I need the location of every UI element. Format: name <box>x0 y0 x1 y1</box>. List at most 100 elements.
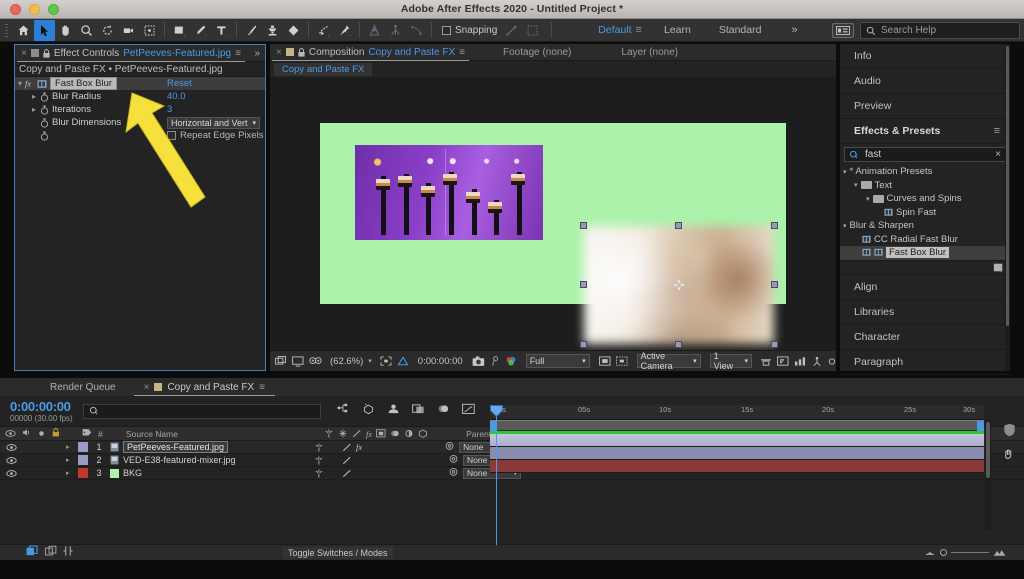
comp-family-icon[interactable] <box>45 544 57 562</box>
stopwatch-icon[interactable] <box>39 91 49 102</box>
layer-image-mixer[interactable] <box>355 145 543 240</box>
panel-menu-icon[interactable]: ≡ <box>235 48 241 59</box>
composition-viewer[interactable] <box>270 78 836 350</box>
camera-view-dropdown[interactable]: Active Camera ▾ <box>636 351 701 371</box>
workspace-standard[interactable]: Standard <box>705 24 776 36</box>
type-tool-icon[interactable] <box>211 20 232 41</box>
draft-3d-icon[interactable] <box>362 402 375 420</box>
pen-tool-icon[interactable] <box>190 20 211 41</box>
layer-image-petpeeves-blurred[interactable] <box>584 226 774 344</box>
tree-node-curves-and-spins[interactable]: ▾ Curves and Spins <box>840 192 1010 206</box>
motion-blur-icon[interactable] <box>437 402 450 420</box>
workspace-learn[interactable]: Learn <box>650 24 705 36</box>
graph-editor-icon[interactable] <box>461 402 475 420</box>
property-row-iterations[interactable]: ▸ Iterations 3 <box>15 103 265 116</box>
brush-tool-icon[interactable] <box>241 20 262 41</box>
tree-node-fast-box-blur[interactable]: Fast Box Blur <box>840 246 1010 260</box>
tree-node-animation-presets[interactable]: ▾ * Animation Presets <box>840 165 1010 179</box>
tab-effect-controls[interactable]: × Effect Controls PetPeeves-Featured.jpg… <box>15 45 247 62</box>
repeat-edge-pixels-control[interactable]: Repeat Edge Pixels <box>167 130 263 141</box>
stopwatch-icon[interactable] <box>39 117 49 128</box>
layer-name[interactable]: PetPeeves-Featured.jpg <box>123 441 229 453</box>
layer-label-color[interactable] <box>78 468 88 478</box>
effects-icon[interactable]: fx <box>356 442 362 452</box>
sidebar-item-effects-presets[interactable]: Effects & Presets ≡ <box>840 119 1010 144</box>
viewer-zoom-level[interactable]: (62.6%) <box>330 356 363 367</box>
tree-node-blur-and-sharpen[interactable]: ▾ Blur & Sharpen <box>840 219 1010 233</box>
close-icon[interactable]: × <box>144 382 150 393</box>
show-snapshot-icon[interactable] <box>490 355 500 367</box>
stopwatch-icon[interactable] <box>39 130 49 141</box>
toggle-mask-icon[interactable] <box>309 356 322 367</box>
sidebar-scrollbar[interactable] <box>1005 44 1010 371</box>
layer-label-color[interactable] <box>78 455 88 465</box>
layer-bar-3[interactable] <box>490 460 984 473</box>
snapping-checkbox[interactable] <box>442 25 451 35</box>
search-help-toggle-icon[interactable] <box>832 23 854 38</box>
hide-shy-layers-icon[interactable] <box>387 402 400 420</box>
toggle-alpha-icon[interactable] <box>598 355 611 367</box>
sidebar-item-character[interactable]: Character <box>840 325 1010 350</box>
viewer-current-time[interactable]: 0:00:00:00 <box>418 356 463 367</box>
always-preview-icon[interactable] <box>275 355 287 367</box>
frame-blending-icon[interactable] <box>411 402 425 420</box>
shape-tool-icon[interactable] <box>169 20 190 41</box>
pickwhip-hand-icon[interactable] <box>1003 448 1016 466</box>
rotation-tool-icon[interactable] <box>97 20 118 41</box>
sidebar-item-paragraph[interactable]: Paragraph <box>840 350 1010 375</box>
property-value[interactable]: 3 <box>167 104 172 115</box>
property-row-repeat-edge-pixels[interactable]: Repeat Edge Pixels <box>15 129 265 142</box>
channel-icon[interactable] <box>505 356 517 367</box>
pan-behind-tool-icon[interactable] <box>139 20 160 41</box>
effect-controls-overflow-icon[interactable]: » <box>254 48 260 59</box>
chevron-right-icon[interactable]: ▸ <box>29 105 39 114</box>
layer-bar-1[interactable] <box>490 434 984 447</box>
parent-pickwhip-icon[interactable] <box>444 441 455 453</box>
layer-name[interactable]: VED-E38-featured-mixer.jpg <box>123 455 236 465</box>
puppet-pin-tool-icon[interactable] <box>334 20 355 41</box>
pixel-aspect-icon[interactable] <box>760 356 772 367</box>
puppet-overlap-icon[interactable] <box>364 20 385 41</box>
layer-visibility-toggle[interactable] <box>0 469 22 477</box>
zoom-tool-icon[interactable] <box>76 20 97 41</box>
snap-bounds-icon[interactable] <box>522 20 543 41</box>
chevron-down-icon[interactable]: ▾ <box>854 181 858 189</box>
zoom-slider-knob[interactable] <box>940 549 947 556</box>
close-icon[interactable]: × <box>276 47 282 58</box>
layer-label-color[interactable] <box>78 442 88 452</box>
hand-tool-icon[interactable] <box>55 20 76 41</box>
composition-stage[interactable] <box>320 123 786 348</box>
fast-previews-icon[interactable] <box>615 355 628 367</box>
chevron-right-icon[interactable]: ▸ <box>66 469 78 477</box>
split-icon[interactable] <box>63 544 73 562</box>
zoom-slider-track[interactable] <box>951 552 989 553</box>
chevron-right-icon[interactable]: ▸ <box>66 443 78 451</box>
work-area-bar[interactable] <box>490 420 984 432</box>
selection-tool-icon[interactable] <box>34 19 55 41</box>
comp-breadcrumb-chip[interactable]: Copy and Paste FX <box>274 62 373 76</box>
effect-reset-button[interactable]: Reset <box>167 78 192 89</box>
tab-composition[interactable]: × Composition Copy and Paste FX ≡ <box>270 44 471 61</box>
sidebar-item-align[interactable]: Align <box>840 275 1010 300</box>
workspace-overflow-icon[interactable]: » <box>791 24 797 36</box>
search-help-field[interactable]: Search Help <box>860 22 1020 39</box>
chevron-down-icon[interactable]: ▾ <box>866 195 870 203</box>
property-value[interactable]: 40.0 <box>167 91 186 102</box>
tree-node-cc-radial-fast-blur[interactable]: CC Radial Fast Blur <box>840 233 1010 247</box>
timeline-current-time-display[interactable]: 0:00:00:00 00000 (30.00 fps) <box>10 399 73 423</box>
eraser-tool-icon[interactable] <box>283 20 304 41</box>
toggle-transparency-icon[interactable] <box>292 355 304 367</box>
layer-visibility-toggle[interactable] <box>0 443 22 451</box>
effect-header-row[interactable]: ▾ fx Fast Box Blur Reset <box>15 77 265 90</box>
tab-footage[interactable]: Footage (none) <box>493 47 581 58</box>
chevron-down-icon[interactable]: ▾ <box>15 79 25 88</box>
tree-node-text[interactable]: ▾ Text <box>840 179 1010 193</box>
panel-menu-icon[interactable]: ≡ <box>994 125 1000 137</box>
effects-presets-search[interactable]: fast × <box>844 147 1006 162</box>
timeline-icon[interactable] <box>777 355 789 367</box>
timeline-ruler[interactable]: 0s 05s 10s 15s 20s 25s 30s <box>490 405 984 420</box>
timeline-zoom-slider[interactable] <box>924 548 1006 557</box>
layer-visibility-toggle[interactable] <box>0 456 22 464</box>
sidebar-item-libraries[interactable]: Libraries <box>840 300 1010 325</box>
roto-brush-tool-icon[interactable] <box>313 20 334 41</box>
